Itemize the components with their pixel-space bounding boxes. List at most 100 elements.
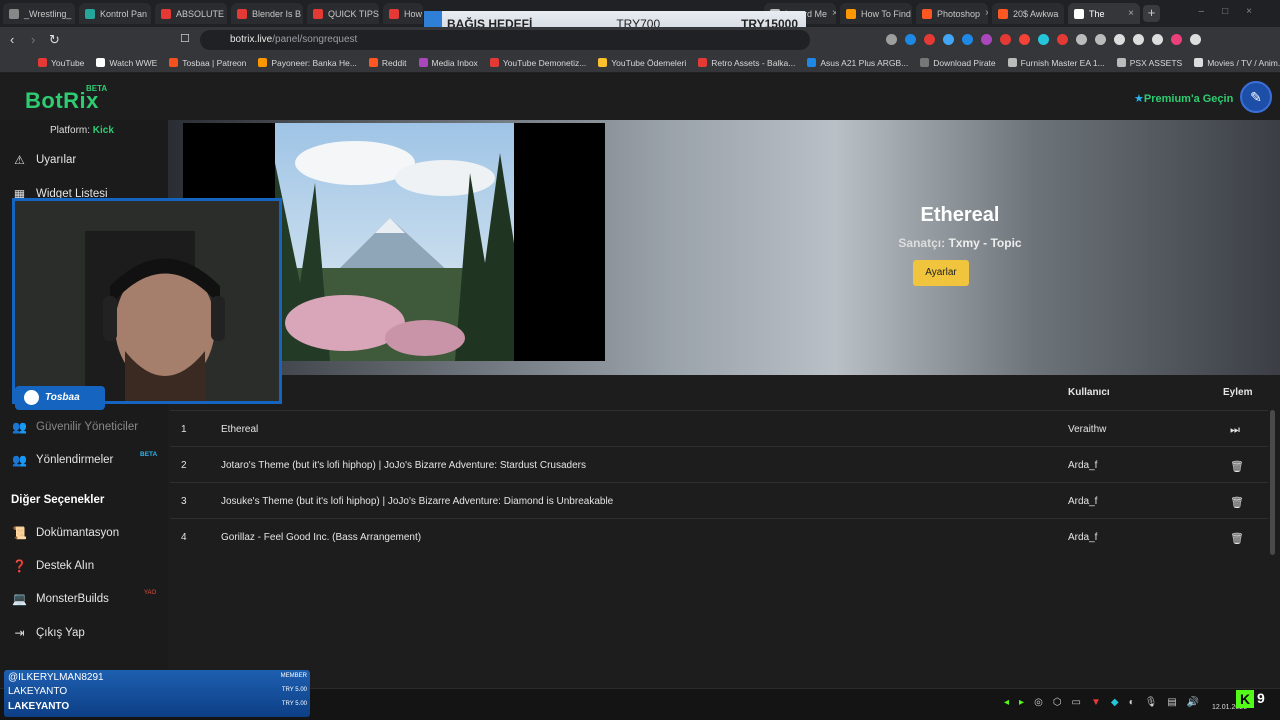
bookmark-label: YouTube Demonetiz... [502, 57, 587, 68]
close-tab-icon[interactable]: × [985, 8, 988, 19]
close-tab-icon[interactable]: × [1128, 8, 1134, 19]
bookmark-item[interactable]: Download Pirate [920, 58, 996, 68]
browser-tab[interactable]: 20$ Awkwa × [992, 3, 1064, 24]
tab-label: How [404, 8, 423, 19]
bookmark-item[interactable]: Reddit [368, 58, 407, 68]
browser-toolbar: ‹ › ↻ ☐ botrix.live/panel/songrequest [0, 27, 1280, 53]
requester-name: Veraithw [1068, 424, 1107, 435]
extension-icon[interactable] [1038, 34, 1049, 45]
browser-tab[interactable]: _Wrestling_× [3, 3, 75, 24]
bookmark-icon[interactable]: ☐ [180, 32, 190, 45]
sidebar-item-support[interactable]: ❓ Destek Alın [12, 559, 94, 573]
bookmark-item[interactable]: Watch WWE [96, 58, 157, 68]
sidebar-item-monsterbuilds[interactable]: 💻 MonsterBuilds [12, 592, 109, 606]
extension-icon[interactable] [1019, 34, 1030, 45]
browser-tab[interactable]: How× [383, 3, 423, 24]
tray-icon[interactable]: ⬡ [1053, 697, 1062, 708]
extension-icon[interactable] [924, 34, 935, 45]
tray-icon[interactable]: ◎ [1034, 697, 1043, 708]
address-bar[interactable]: botrix.live/panel/songrequest [200, 30, 810, 50]
sidebar-item-label: MonsterBuilds [36, 593, 109, 605]
bookmark-item[interactable]: YouTube [38, 58, 84, 68]
new-tab-button[interactable]: + [1143, 5, 1160, 22]
bookmark-label: PSX ASSETS [1129, 57, 1183, 68]
tray-icon[interactable]: ▸ [1019, 697, 1024, 708]
bookmark-item[interactable]: Movies / TV / Anim... [1194, 58, 1280, 68]
browser-tab[interactable]: Photoshop × [916, 3, 988, 24]
mic-icon[interactable]: 🎙 [1145, 697, 1158, 708]
bookmark-item[interactable]: PSX ASSETS [1116, 57, 1183, 68]
bookmark-item[interactable]: Tosbaa | Patreon [169, 58, 246, 68]
extension-icon[interactable] [1057, 34, 1068, 45]
tab-favicon-icon [1074, 8, 1084, 19]
trash-icon[interactable]: 🗑 [1230, 532, 1244, 545]
browser-tab[interactable]: QUICK TIPS× [307, 3, 379, 24]
video-thumbnail[interactable] [275, 123, 514, 361]
bookmark-item[interactable]: Payoneer: Banka He... [258, 58, 357, 68]
recent-events-overlay: @ILKERYLMAN8291 MEMBER LAKEYANTO TRY 5.0… [4, 670, 310, 717]
extension-icon[interactable] [1095, 34, 1106, 45]
trash-icon[interactable]: 🗑 [1230, 496, 1244, 509]
event-tag-3: TRY 5.00 [281, 701, 307, 707]
sidebar-item-docs[interactable]: 📜 Dokümantasyon [12, 526, 119, 540]
browser-tab[interactable]: Kontrol Pan× [79, 3, 151, 24]
row-number: 4 [181, 532, 187, 543]
browser-tab[interactable]: How To Find× [840, 3, 912, 24]
back-icon[interactable]: ‹ [10, 32, 14, 47]
tray-icon[interactable]: ◂ [1004, 697, 1009, 708]
tray-icon[interactable]: ▼ [1091, 697, 1101, 708]
extension-icons[interactable] [886, 34, 1201, 45]
tray-icon[interactable]: ◆ [1111, 697, 1119, 708]
reload-icon[interactable]: ↻ [49, 32, 60, 48]
download-icon[interactable] [1114, 34, 1125, 45]
event-user-2: LAKEYANTO [8, 686, 68, 697]
forward-icon[interactable]: › [31, 32, 35, 47]
premium-link[interactable]: ★Premium'a Geçin [1134, 92, 1233, 105]
streamer-name: Tosbaa [45, 392, 80, 403]
media-icon[interactable] [1133, 34, 1144, 45]
browser-tab[interactable]: ABSOLUTE× [155, 3, 227, 24]
queue-scrollbar[interactable] [1270, 410, 1275, 555]
tab-label: Kontrol Pan [100, 8, 148, 19]
event-user-1: @ILKERYLMAN8291 [8, 672, 104, 683]
browser-tab[interactable]: The × [1068, 3, 1140, 24]
user-avatar[interactable]: ✎ [1240, 81, 1272, 113]
bookmark-item[interactable]: Furnish Master EA 1... [1007, 58, 1105, 68]
column-header-action: Eylem [1223, 387, 1253, 398]
extension-icon[interactable] [962, 34, 973, 45]
tab-label: How To Find [861, 8, 911, 19]
skip-icon[interactable]: ⏭ [1230, 424, 1240, 437]
system-tray[interactable]: ◂ ▸ ◎ ⬡ ▭ ▼ ◆ ◐ 🎙 ▤ 🔊 [1004, 697, 1199, 708]
close-tab-icon[interactable]: × [1063, 8, 1064, 19]
browser-tab[interactable]: Blender Is B× [231, 3, 303, 24]
bookmark-item[interactable]: Media Inbox [418, 58, 478, 68]
sidebar-item-trusted-mods[interactable]: 👥 Güvenilir Yöneticiler [12, 420, 138, 434]
extension-icon[interactable] [1000, 34, 1011, 45]
sidepanel-icon[interactable] [1152, 34, 1163, 45]
sidebar-item-alerts[interactable]: ⚠ Uyarılar [12, 153, 76, 167]
volume-icon[interactable]: 🔊 [1187, 697, 1199, 708]
bookmark-item[interactable]: Asus A21 Plus ARGB... [807, 58, 908, 68]
bookmark-favicon-icon [698, 58, 708, 67]
extension-icon[interactable] [981, 34, 992, 45]
bookmark-item[interactable]: Retro Assets - Balka... [698, 58, 795, 68]
menu-icon[interactable] [1190, 34, 1201, 45]
tray-icon[interactable]: ◐ [1129, 697, 1135, 708]
sidebar-item-redirects[interactable]: 👥 Yönlendirmeler [12, 453, 113, 467]
extension-icon[interactable] [886, 34, 897, 45]
network-icon[interactable]: ▤ [1167, 697, 1176, 708]
trash-icon[interactable]: 🗑 [1230, 460, 1244, 473]
extension-icon[interactable] [905, 34, 916, 45]
sidebar-item-logout[interactable]: ⇥ Çıkış Yap [12, 626, 84, 640]
puzzle-icon[interactable] [1076, 34, 1087, 45]
settings-button[interactable]: Ayarlar [913, 260, 969, 286]
row-number: 3 [181, 496, 187, 507]
bookmark-item[interactable]: YouTube Demonetiz... [489, 57, 587, 68]
bookmark-item[interactable]: YouTube Ödemeleri [598, 58, 686, 68]
extension-icon[interactable] [943, 34, 954, 45]
tray-icon[interactable]: ▭ [1072, 697, 1081, 708]
profile-icon[interactable] [1171, 34, 1182, 45]
window-controls[interactable]: –□× [1199, 6, 1270, 17]
close-tab-icon[interactable]: × [832, 8, 836, 19]
bookmark-favicon-icon [1007, 58, 1017, 67]
